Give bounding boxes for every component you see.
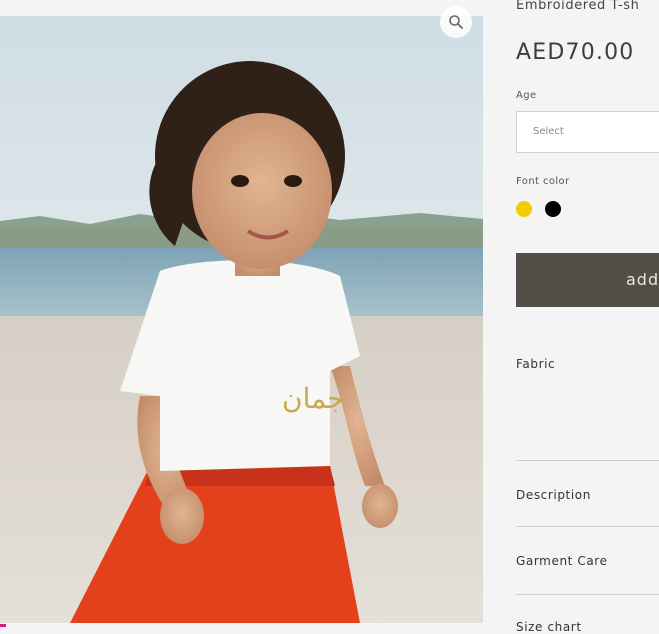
divider <box>516 526 659 527</box>
embroidery-text: جمان <box>282 382 345 415</box>
product-photo-illustration <box>0 16 483 623</box>
accordion-garment-care[interactable]: Garment Care <box>516 554 608 568</box>
age-select-value: Select <box>533 126 564 137</box>
search-icon <box>449 15 463 29</box>
product-image[interactable]: جمان <box>0 16 483 623</box>
add-to-cart-label: add <box>626 270 659 289</box>
product-title: Embroidered T-sh <box>516 0 640 13</box>
product-details: Embroidered T-sh AED70.00 Age Select Fon… <box>516 0 659 634</box>
font-color-label: Font color <box>516 176 570 187</box>
accordion-size-chart[interactable]: Size chart <box>516 620 582 634</box>
progress-indicator <box>0 624 6 627</box>
add-to-cart-button[interactable]: add <box>516 253 659 307</box>
zoom-button[interactable] <box>440 6 472 38</box>
divider <box>516 594 659 595</box>
age-select[interactable]: Select <box>516 111 659 153</box>
divider <box>516 460 659 461</box>
product-price: AED70.00 <box>516 40 635 65</box>
age-label: Age <box>516 90 537 101</box>
accordion-description[interactable]: Description <box>516 488 591 502</box>
font-color-swatch-yellow[interactable] <box>516 201 532 217</box>
font-color-swatch-black[interactable] <box>545 201 561 217</box>
accordion-fabric[interactable]: Fabric <box>516 357 555 371</box>
